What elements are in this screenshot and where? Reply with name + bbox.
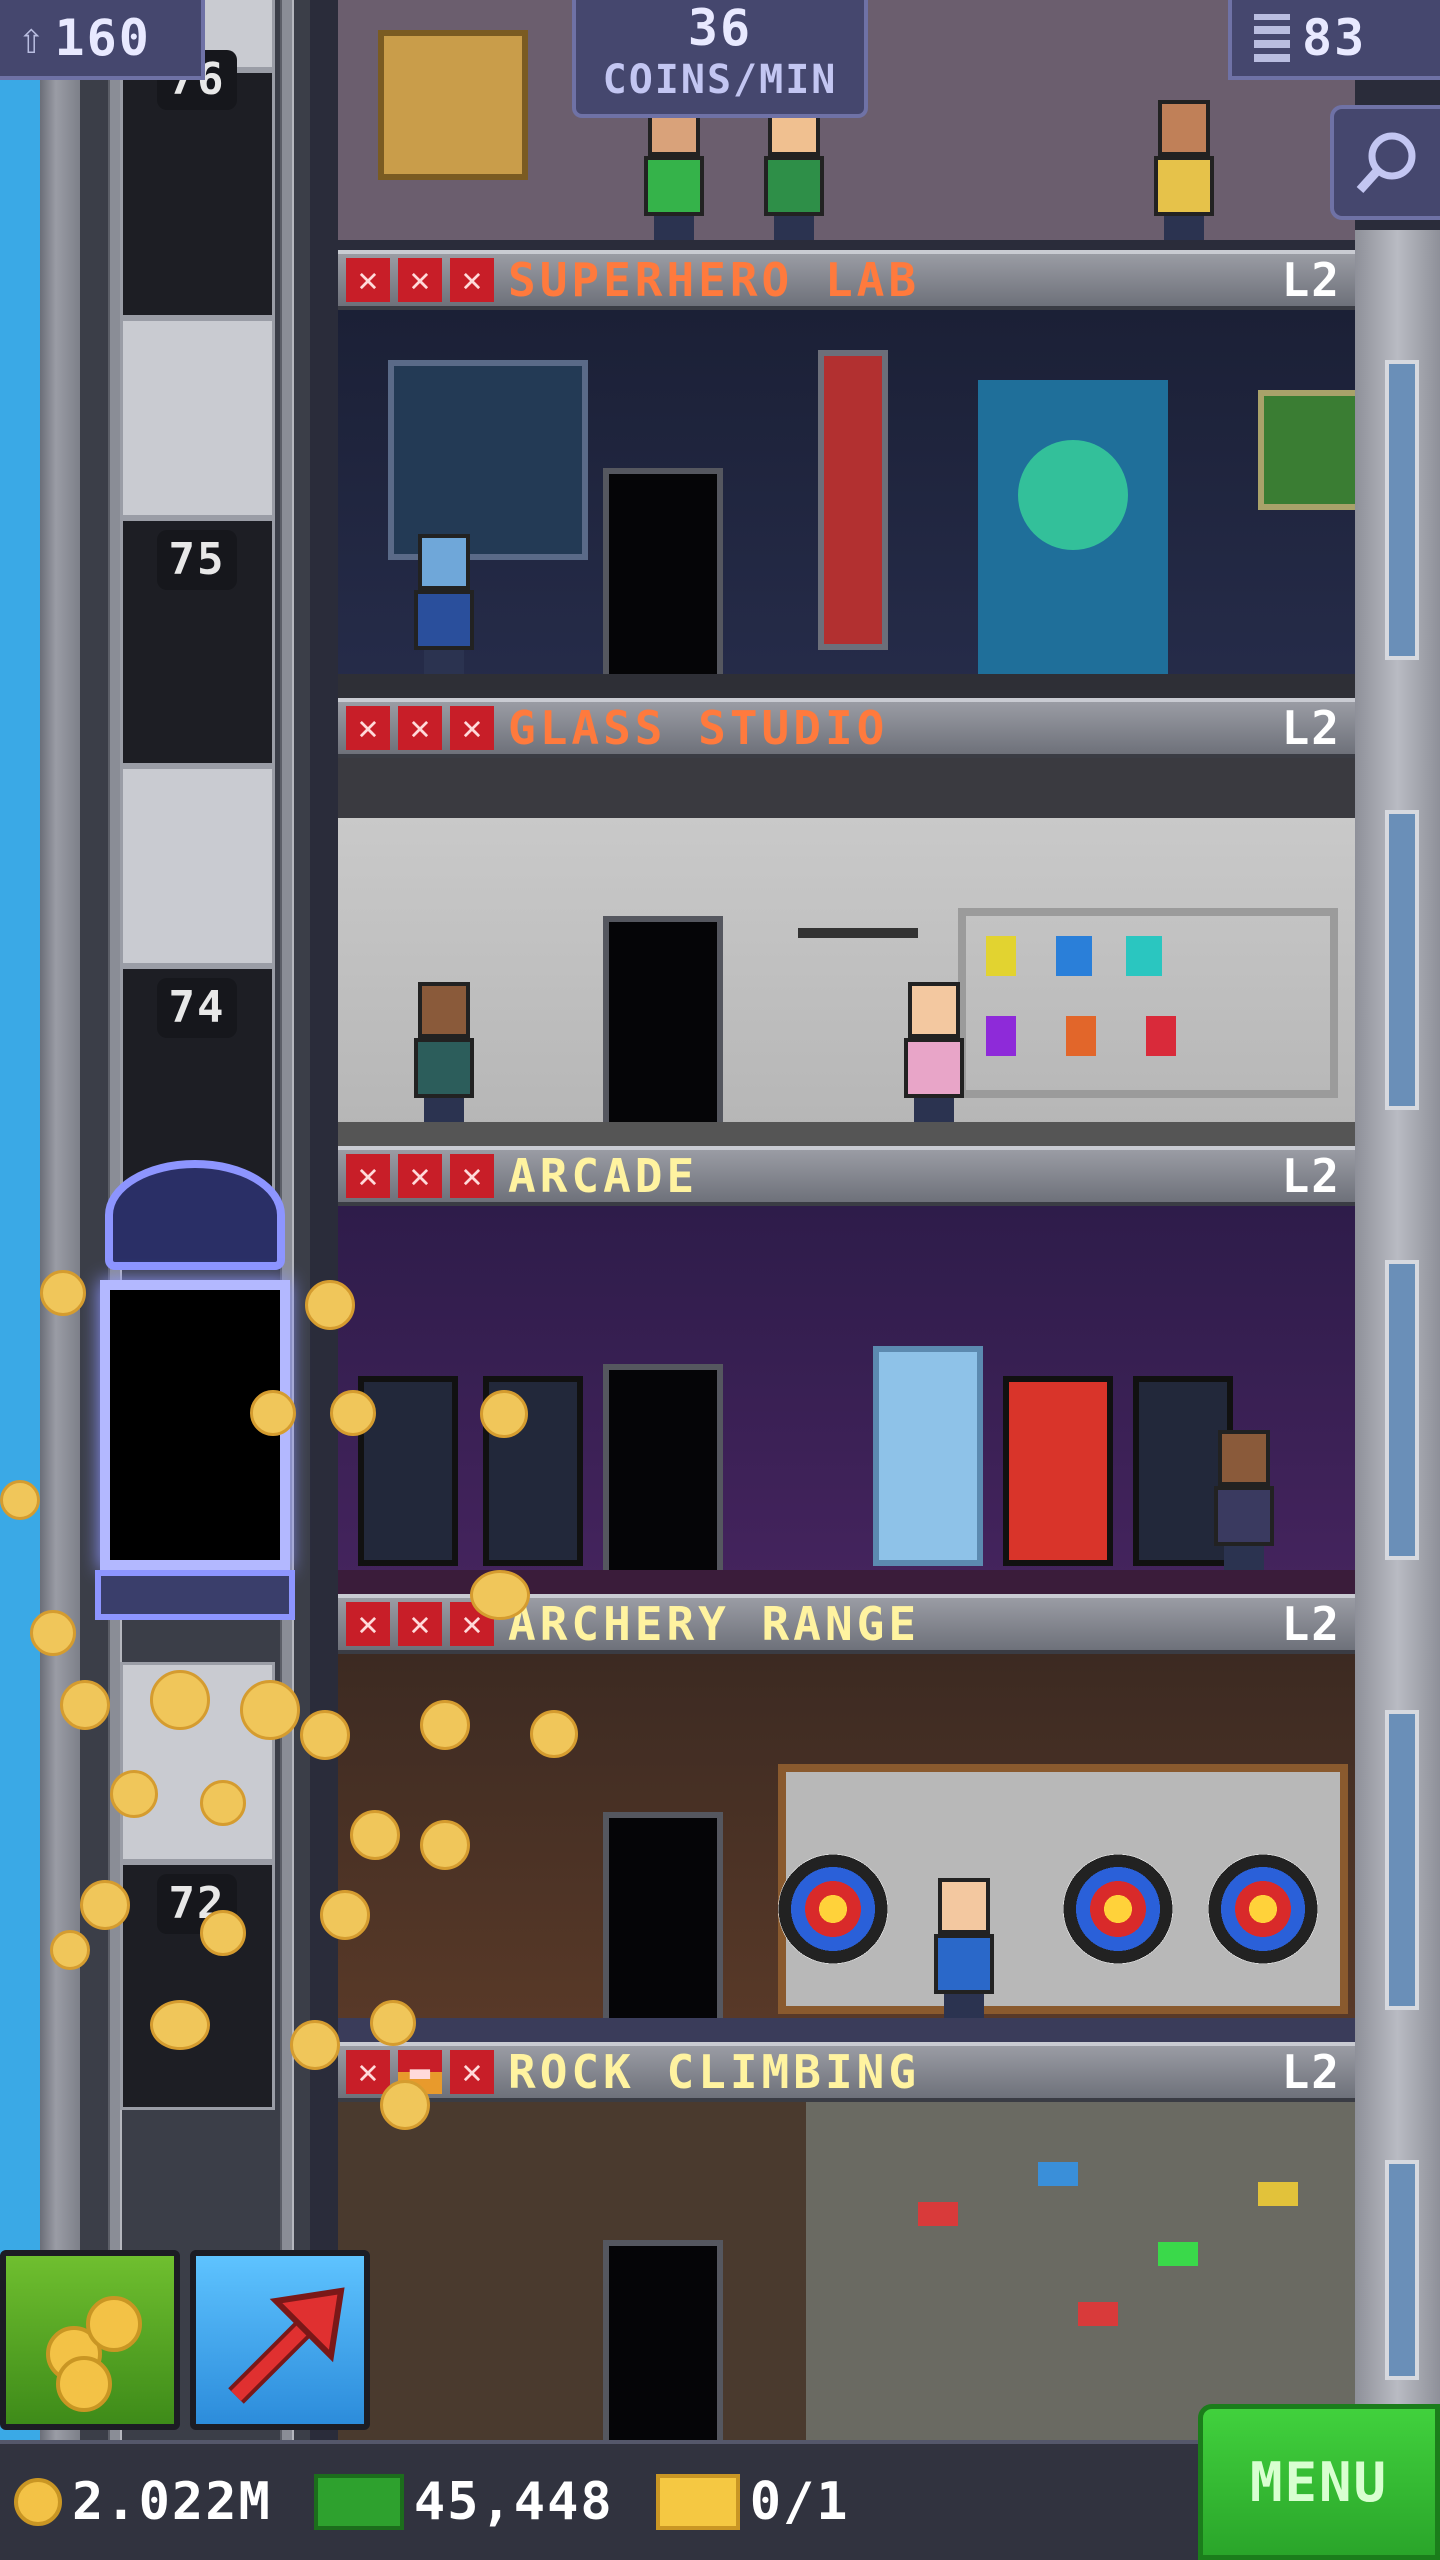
stock-empty-icon: ✕ <box>398 258 442 302</box>
tower-window <box>1385 1710 1419 2010</box>
floor-header: ✕ ✕ ✕ SUPERHERO LAB L2 <box>338 250 1355 310</box>
coins-balance[interactable]: 2.022M <box>14 2472 272 2532</box>
tower-resident[interactable] <box>408 534 480 674</box>
tower-resident[interactable] <box>928 1878 1000 2018</box>
dna-tube <box>818 350 888 650</box>
stock-empty-icon: ✕ <box>398 706 442 750</box>
world-map-painting <box>1258 390 1355 510</box>
tower-resident[interactable] <box>638 100 710 240</box>
blueprint-board <box>388 360 588 560</box>
floor-level: L2 <box>1281 2045 1341 2099</box>
room-rock-climbing[interactable] <box>338 2102 1355 2440</box>
coins-value: 2.022M <box>72 2472 272 2532</box>
shaft-floor-74: 74 <box>120 766 275 1214</box>
floor-level: L2 <box>1281 253 1341 307</box>
tower-resident[interactable] <box>1148 100 1220 240</box>
stock-empty-icon: ✕ <box>398 1154 442 1198</box>
floor-name: GLASS STUDIO <box>508 701 889 755</box>
stock-empty-icon: ✕ <box>450 706 494 750</box>
floor-number-74: 74 <box>157 978 237 1038</box>
coins-per-min-label: COINS/MIN <box>602 57 838 103</box>
cauldron-furniture <box>378 30 528 180</box>
tower-window <box>1385 810 1419 1110</box>
climbing-hold <box>1038 2162 1078 2186</box>
coins-per-min-panel: 36 COINS/MIN <box>572 0 868 118</box>
archery-target-icon <box>1063 1854 1173 1964</box>
room-door <box>603 916 723 1146</box>
search-button[interactable] <box>1330 105 1440 220</box>
tower-resident[interactable] <box>898 982 970 1122</box>
room-door <box>603 2240 723 2440</box>
stock-empty-icon: ✕ <box>346 258 390 302</box>
floor-count-panel[interactable]: 83 <box>1228 0 1440 80</box>
population-counter[interactable]: ⇧ 160 <box>0 0 205 80</box>
building-icon <box>1254 14 1290 62</box>
tickets-balance[interactable]: 0/1 <box>655 2472 850 2532</box>
coin-icon <box>14 2478 62 2526</box>
floor-name: ROCK CLIMBING <box>508 2045 921 2099</box>
shaft-floor-75: 75 <box>120 318 275 766</box>
coin-bonus-button[interactable] <box>0 2250 180 2430</box>
room-door <box>603 1812 723 2042</box>
bux-value: 45,448 <box>413 2472 614 2532</box>
population-icon: ⇧ <box>18 12 45 64</box>
arcade-cabinet <box>1003 1376 1113 1566</box>
tower-resident[interactable] <box>1208 1430 1280 1570</box>
tool-rack <box>798 928 918 988</box>
climbing-hold <box>1258 2182 1298 2206</box>
floor-number-75: 75 <box>157 530 237 590</box>
stock-empty-icon: ✕ <box>450 1154 494 1198</box>
climbing-hold <box>918 2202 958 2226</box>
menu-button[interactable]: MENU <box>1198 2404 1440 2560</box>
stock-indicators: ✕ ✕ ✕ <box>346 1154 494 1198</box>
floor-header: ✕ ✕ ✕ GLASS STUDIO L2 <box>338 698 1355 758</box>
shield-hologram <box>978 380 1168 680</box>
stock-empty-icon: ✕ <box>450 258 494 302</box>
golden-ticket-icon <box>655 2474 740 2530</box>
glass-shelf <box>958 908 1338 1098</box>
stock-empty-icon: ✕ <box>346 1154 390 1198</box>
tickets-value: 0/1 <box>749 2472 850 2532</box>
floor-name: ARCHERY RANGE <box>508 1597 921 1651</box>
archery-target-icon <box>1208 1854 1318 1964</box>
climbing-hold <box>1158 2242 1198 2266</box>
room-door <box>603 1364 723 1594</box>
coin-shower-effect <box>0 1250 580 2150</box>
stock-indicators: ✕ ✕ ✕ <box>346 706 494 750</box>
archery-target-icon <box>778 1854 888 1964</box>
tower-bux-icon <box>313 2474 404 2530</box>
floor-glass-studio[interactable]: ✕ ✕ ✕ GLASS STUDIO L2 <box>338 698 1355 1146</box>
room-door <box>603 468 723 698</box>
tower-resident[interactable] <box>408 982 480 1122</box>
floor-superhero-lab[interactable]: ✕ ✕ ✕ SUPERHERO LAB L2 <box>338 250 1355 698</box>
room-glass-studio[interactable] <box>338 758 1355 1146</box>
coin-icon <box>86 2296 142 2352</box>
floor-level: L2 <box>1281 701 1341 755</box>
coin-icon <box>56 2356 112 2412</box>
claw-machine <box>873 1346 983 1566</box>
tower-resident[interactable] <box>758 100 830 240</box>
target-icon <box>1018 440 1128 550</box>
bux-balance[interactable]: 45,448 <box>313 2472 614 2532</box>
stock-empty-icon: ✕ <box>346 706 390 750</box>
arrow-up-right-icon <box>228 2287 345 2404</box>
floor-count-value: 83 <box>1302 9 1367 67</box>
tower-window <box>1385 2160 1419 2380</box>
coins-per-min-value: 36 <box>687 0 753 57</box>
tower-window <box>1385 1260 1419 1560</box>
stock-indicators: ✕ ✕ ✕ <box>346 258 494 302</box>
up-arrow-button[interactable] <box>190 2250 370 2430</box>
room-superhero-lab[interactable] <box>338 310 1355 698</box>
floor-level: L2 <box>1281 1597 1341 1651</box>
floor-header: ✕ ✕ ✕ ARCADE L2 <box>338 1146 1355 1206</box>
floor-name: ARCADE <box>508 1149 699 1203</box>
floor-name: SUPERHERO LAB <box>508 253 921 307</box>
tower-window <box>1385 360 1419 660</box>
floor-level: L2 <box>1281 1149 1341 1203</box>
climbing-hold <box>1078 2302 1118 2326</box>
population-value: 160 <box>54 9 151 67</box>
magnifier-icon <box>1356 132 1416 193</box>
